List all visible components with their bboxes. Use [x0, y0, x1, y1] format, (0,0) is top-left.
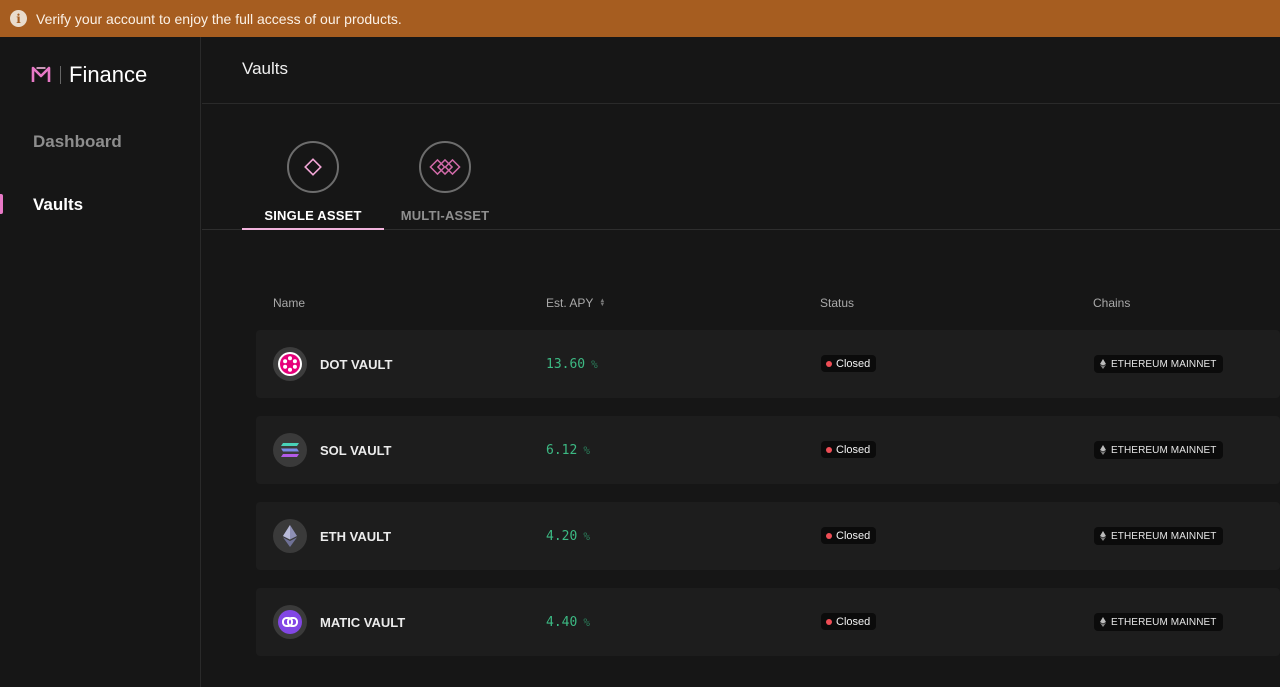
vault-name: ETH VAULT [320, 529, 392, 544]
ethereum-icon [273, 519, 307, 553]
chain-name: ETHEREUM MAINNET [1111, 616, 1217, 628]
table-row[interactable]: MATIC VAULT 4.40% Closed ETHEREUM MAINNE… [256, 588, 1280, 656]
sort-icon[interactable]: ▲ ▼ [599, 298, 605, 308]
chain-name: ETHEREUM MAINNET [1111, 530, 1217, 542]
vault-type-tabs: SINGLE ASSET MULTI-ASSET [202, 104, 1280, 230]
table-row[interactable]: ETH VAULT 4.20% Closed ETHEREUM MAINNET [256, 502, 1280, 570]
info-icon: i [10, 10, 27, 27]
column-header-status: Status [820, 296, 855, 310]
active-nav-indicator [0, 194, 3, 214]
chain-name: ETHEREUM MAINNET [1111, 444, 1217, 456]
ethereum-icon [1100, 531, 1106, 541]
ethereum-icon [1100, 359, 1106, 369]
status-dot [826, 532, 832, 539]
chain-badge: ETHEREUM MAINNET [1094, 613, 1223, 631]
vault-apy: 6.12% [546, 443, 590, 458]
logo[interactable]: Finance [31, 62, 147, 88]
apy-unit: % [583, 530, 590, 543]
sidebar-item-vaults[interactable]: Vaults [33, 195, 83, 215]
logo-separator [60, 66, 61, 84]
sidebar: Finance Dashboard Vaults [0, 37, 201, 687]
vault-name: DOT VAULT [320, 357, 393, 372]
vault-name: SOL VAULT [320, 443, 392, 458]
table-row[interactable]: SOL VAULT 6.12% Closed ETHEREUM MAINNET [256, 416, 1280, 484]
status-dot [826, 360, 832, 367]
column-header-apy[interactable]: Est. APY ▲ ▼ [546, 296, 605, 310]
tab-multi-asset[interactable]: MULTI-ASSET [386, 104, 504, 230]
apy-value: 13.60 [546, 357, 586, 372]
page-title: Vaults [242, 59, 288, 78]
chain-name: ETHEREUM MAINNET [1111, 358, 1217, 370]
brand-logo-icon [31, 66, 51, 82]
vault-apy: 4.40% [546, 615, 590, 630]
multi-diamond-icon [419, 141, 471, 193]
tab-multi-asset-label: MULTI-ASSET [400, 208, 490, 223]
vault-name: MATIC VAULT [320, 615, 406, 630]
ethereum-icon [1100, 445, 1106, 455]
tab-single-asset-label: SINGLE ASSET [264, 208, 362, 223]
verification-banner: i Verify your account to enjoy the full … [0, 0, 1280, 37]
apy-value: 6.12 [546, 443, 578, 458]
ethereum-icon [1100, 617, 1106, 627]
vault-apy: 13.60% [546, 357, 598, 372]
status-badge: Closed [821, 527, 877, 544]
status-badge: Closed [821, 355, 877, 372]
banner-text: Verify your account to enjoy the full ac… [36, 10, 402, 27]
apy-value: 4.20 [546, 529, 578, 544]
vault-apy: 4.20% [546, 529, 590, 544]
column-header-name: Name [273, 296, 306, 310]
status-dot [826, 446, 832, 453]
tab-single-asset[interactable]: SINGLE ASSET [242, 104, 384, 230]
sidebar-item-dashboard[interactable]: Dashboard [33, 132, 122, 152]
apy-unit: % [591, 358, 598, 371]
status-badge: Closed [821, 613, 877, 630]
polygon-icon [273, 605, 307, 639]
status-text: Closed [836, 529, 871, 542]
status-text: Closed [836, 615, 871, 628]
column-header-apy-label: Est. APY [546, 296, 594, 310]
main-content: Vaults SINGLE ASSET MULTI-ASSET Name Est… [202, 37, 1280, 687]
vaults-table: Name Est. APY ▲ ▼ Status Chains DOT VAULT… [256, 230, 1280, 656]
apy-unit: % [583, 444, 590, 457]
solana-icon [273, 433, 307, 467]
status-badge: Closed [821, 441, 877, 458]
brand-name: Finance [69, 62, 148, 87]
apy-value: 4.40 [546, 615, 578, 630]
status-text: Closed [836, 443, 871, 456]
table-row[interactable]: DOT VAULT 13.60% Closed ETHEREUM MAINNET [256, 330, 1280, 398]
apy-unit: % [583, 616, 590, 629]
page-header: Vaults [202, 37, 1280, 104]
status-text: Closed [836, 357, 871, 370]
status-dot [826, 618, 832, 625]
chain-badge: ETHEREUM MAINNET [1094, 527, 1223, 545]
chain-badge: ETHEREUM MAINNET [1094, 355, 1223, 373]
column-header-chains: Chains [1093, 296, 1131, 310]
polkadot-icon [273, 347, 307, 381]
chain-badge: ETHEREUM MAINNET [1094, 441, 1223, 459]
table-header: Name Est. APY ▲ ▼ Status Chains [256, 230, 1280, 330]
diamond-icon [287, 141, 339, 193]
